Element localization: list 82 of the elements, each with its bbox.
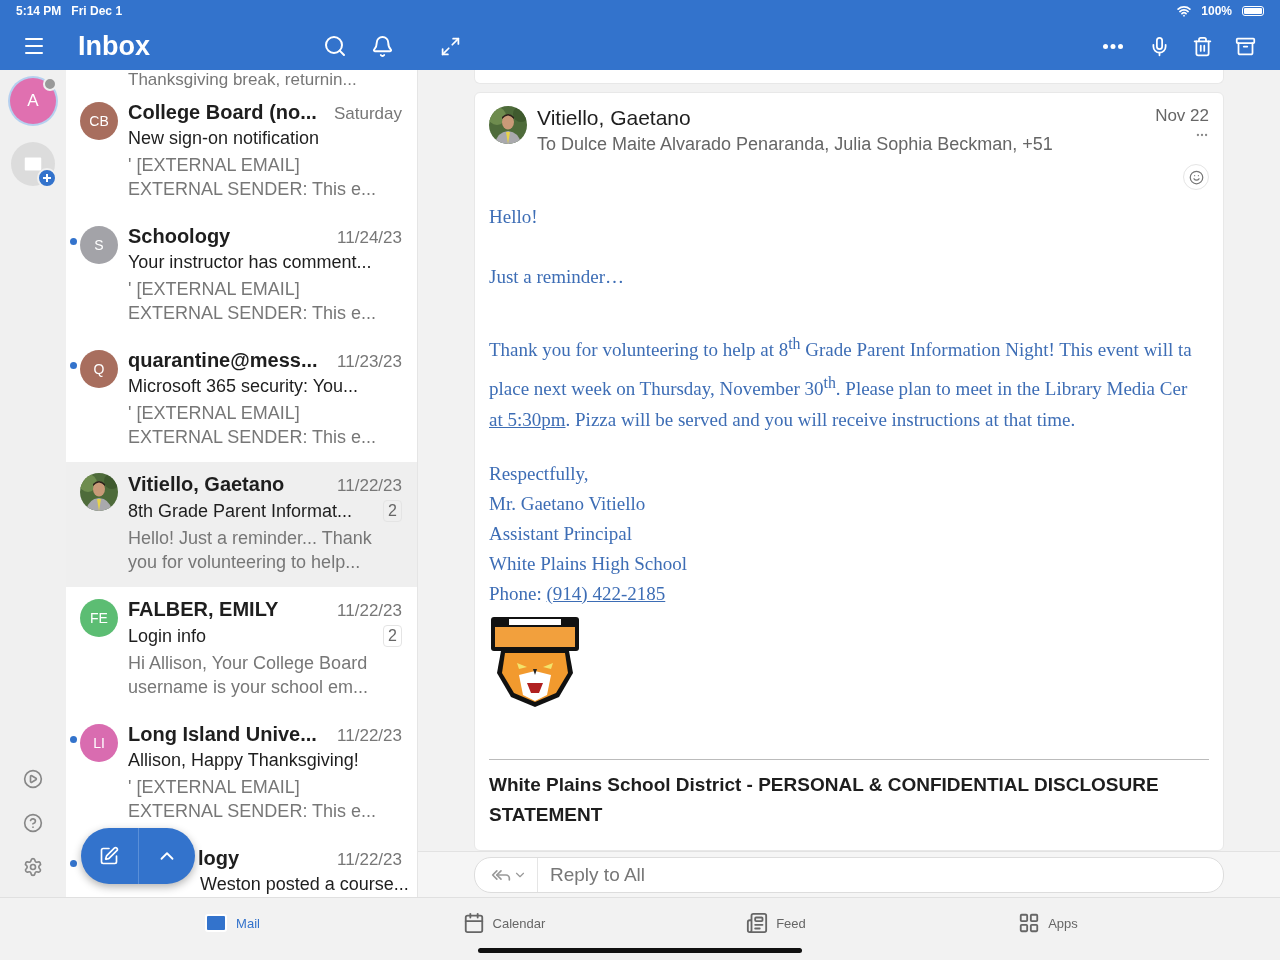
tab-bar-item[interactable]: Apps <box>912 898 1184 948</box>
signature-line: Mr. Gaetano Vitiello <box>489 491 647 516</box>
tab-bar-item[interactable]: Mail <box>96 898 368 948</box>
message-preview: ' [EXTERNAL EMAIL] EXTERNAL SENDER: This e... <box>128 776 378 823</box>
phone-link[interactable]: (914) 422-2185 <box>546 582 666 604</box>
signature-line: Assistant Principal <box>489 521 634 546</box>
message-date: Saturday <box>333 104 402 124</box>
message-date: 11/23/23 <box>337 352 402 372</box>
search-button[interactable] <box>323 34 347 58</box>
sender-name: Vitiello, Gaetano <box>128 473 285 496</box>
sender-avatar: S <box>80 226 118 264</box>
thread-count: 2 <box>383 500 402 522</box>
sender-name: quarantine@mess... <box>128 349 318 372</box>
compose-icon <box>99 846 120 866</box>
sender-avatar: FE <box>80 599 118 637</box>
notifications-button[interactable] <box>371 34 394 58</box>
message-date: 11/24/23 <box>337 228 402 248</box>
sender-name: Long Island Unive... <box>128 723 317 746</box>
message-preview: ' [EXTERNAL EMAIL] EXTERNAL SENDER: This e... <box>128 278 378 325</box>
body-text: Hello! <box>489 205 539 229</box>
message-subject: Microsoft 365 security: You... <box>128 376 359 397</box>
message-subject: Weston posted a course... <box>200 874 409 895</box>
message-preview: Thanksgiving break, returnin... <box>128 70 358 90</box>
body-text: Thank you for volunteering to help at 8$^{th}$ Grade Parent Information Night! This event will ta <box>489 334 1193 363</box>
body-text: at 5:30pm. Pizza will be served and you will receive instructions at that time. <box>489 407 1077 432</box>
body-text: place next week on Thursday, November 30$^{th}$. Please plan to meet in the Library Media Cer <box>489 372 1189 401</box>
message-preview: Hello! Just a reminder... Thank you for volunteering to help... <box>128 527 373 574</box>
message-preview: ' [EXTERNAL EMAIL] EXTERNAL SENDER: This e... <box>128 402 378 449</box>
reaction-button[interactable] <box>1183 164 1209 190</box>
sender-avatar: CB <box>80 102 118 140</box>
message-date: 11/22/23 <box>337 601 402 621</box>
message-subject: Allison, Happy Thanksgiving! <box>128 750 359 771</box>
message-subject: Your instructor has comment... <box>128 252 372 273</box>
plus-icon <box>37 168 57 188</box>
inbox-title: Inbox <box>78 30 151 62</box>
message-preview: Hi Allison, Your College Board username is your school em... <box>128 652 370 699</box>
message-row[interactable]: Vitiello, Gaetano 11/22/23 8th Grade Parent Informat... 2 Hello! Just a reminder... Thank you for volunteering to help... <box>66 462 417 587</box>
message-date: 11/22/23 <box>337 726 402 746</box>
message-subject: New sign-on notification <box>128 128 320 149</box>
status-date: Fri Dec 1 <box>71 4 123 18</box>
message-date: 11/22/23 <box>337 850 402 870</box>
sender-name: FALBER, EMILY <box>128 598 279 621</box>
battery-icon <box>1242 6 1264 16</box>
status-time: 5:14 PM <box>16 4 62 18</box>
expand-button[interactable] <box>440 35 461 57</box>
message-subject: Login info <box>128 625 207 647</box>
grid-icon <box>1018 912 1041 934</box>
sender-name: College Board (no... <box>128 101 317 124</box>
message-preview: ' [EXTERNAL EMAIL] EXTERNAL SENDER: This e... <box>128 154 378 201</box>
signature-line: Phone: (914) 422-2185 <box>489 581 667 606</box>
tab-bar-item[interactable]: Calendar <box>368 898 640 948</box>
sender-name: Schoology <box>128 225 231 248</box>
message-date: Nov 22 <box>1155 106 1209 126</box>
message-date: 11/22/23 <box>337 476 402 496</box>
status-dot <box>43 77 57 91</box>
wifi-icon <box>1177 4 1192 18</box>
more-button[interactable] <box>1103 43 1123 49</box>
disclaimer-heading: White Plains School District - PERSONAL & CONFIDENTIAL DISCLOSURE STATEMENT <box>489 772 1160 827</box>
sender-name: logy <box>198 847 240 870</box>
calendar-icon <box>462 912 485 934</box>
sender-avatar: LI <box>80 724 118 762</box>
recipients: To Dulce Maite Alvarado Penaranda, Julia Sophia Beckman, +51 <box>537 134 1054 155</box>
play-button[interactable] <box>23 769 43 789</box>
settings-button[interactable] <box>23 857 43 877</box>
signature-line: Respectfully, <box>489 461 590 486</box>
battery-percent: 100% <box>1201 4 1232 18</box>
archive-button[interactable] <box>1235 35 1256 57</box>
smiley-icon <box>1188 169 1204 185</box>
reply-field[interactable]: Reply to All <box>474 857 1224 893</box>
more-icon <box>1103 43 1123 49</box>
time-link[interactable]: at 5:30pm <box>489 408 566 430</box>
body-text: Just a reminder… <box>489 265 626 289</box>
thread-count: 2 <box>383 625 402 647</box>
add-account-button[interactable] <box>11 142 55 186</box>
tab-bar-item[interactable]: Feed <box>640 898 912 948</box>
delete-button[interactable] <box>1192 35 1213 57</box>
signature-line: White Plains High School <box>489 551 688 576</box>
message-subject: 8th Grade Parent Informat... <box>128 500 353 522</box>
newspaper-icon <box>746 912 769 934</box>
help-button[interactable] <box>23 813 43 833</box>
sender-avatar: Q <box>80 350 118 388</box>
sender-name: Vitiello, Gaetano <box>537 106 692 130</box>
